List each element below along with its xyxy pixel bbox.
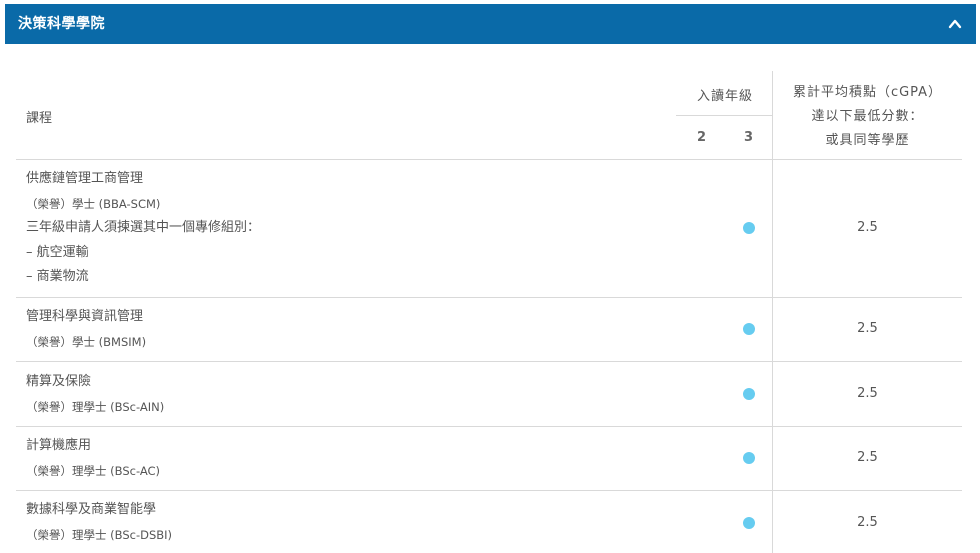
row-divider — [16, 361, 962, 362]
min-gpa-value: 2.5 — [857, 515, 878, 530]
gpa-header-line1: 累計平均積點（cGPA） — [792, 85, 943, 100]
section-title: 決策科學學院 — [18, 16, 105, 32]
program-degree: （榮譽）學士 (BMSIM) — [26, 334, 147, 349]
min-gpa-value: 2.5 — [857, 321, 878, 336]
header-divider — [16, 159, 962, 160]
min-gpa-value: 2.5 — [857, 450, 878, 465]
table-row: 精算及保險 （榮譽）理學士 (BSc-AIN) — [26, 370, 164, 419]
min-gpa-value: 2.5 — [857, 220, 878, 235]
column-header-year: 入讀年級 — [697, 89, 754, 104]
gpa-header-line2: 達以下最低分數： — [811, 109, 924, 124]
table-row: 數據科學及商業智能學 （榮譽）理學士 (BSc-DSBI) — [26, 498, 172, 547]
table-row: 計算機應用 （榮譽）理學士 (BSc-AC) — [26, 434, 160, 483]
program-option: – 商業物流 — [26, 269, 89, 284]
program-name: 供應鏈管理工商管理 — [26, 171, 144, 186]
table-row: 管理科學與資訊管理 （榮譽）學士 (BMSIM) — [26, 305, 146, 354]
program-degree: （榮譽）學士 (BBA-SCM) — [26, 196, 161, 211]
section-header[interactable]: 決策科學學院 — [5, 4, 976, 44]
program-name: 計算機應用 — [26, 438, 92, 453]
year3-indicator-dot — [743, 388, 755, 400]
min-gpa-value: 2.5 — [857, 386, 878, 401]
program-note: 三年級申請人須揀選其中一個專修組別： — [26, 220, 261, 235]
program-name: 數據科學及商業智能學 — [26, 502, 157, 517]
year3-indicator-dot — [743, 517, 755, 529]
year3-indicator-dot — [743, 222, 755, 234]
year3-indicator-dot — [743, 452, 755, 464]
year3-indicator-dot — [743, 323, 755, 335]
row-divider — [16, 490, 962, 491]
column-header-year-3: 3 — [744, 130, 754, 145]
year-subheader-divider — [676, 115, 772, 116]
program-degree: （榮譽）理學士 (BSc-DSBI) — [26, 527, 173, 542]
gpa-header-line3: 或具同等學歷 — [825, 133, 910, 148]
chevron-up-icon[interactable] — [948, 17, 962, 31]
program-name: 精算及保險 — [26, 374, 92, 389]
row-divider — [16, 297, 962, 298]
table-row: 供應鏈管理工商管理 （榮譽）學士 (BBA-SCM) 三年級申請人須揀選其中一個… — [26, 167, 260, 290]
program-name: 管理科學與資訊管理 — [26, 309, 144, 324]
column-header-gpa: 累計平均積點（cGPA） 達以下最低分數： 或具同等學歷 — [773, 81, 962, 153]
column-header-course: 課程 — [26, 111, 53, 126]
column-header-year-2: 2 — [697, 130, 707, 145]
program-degree: （榮譽）理學士 (BSc-AIN) — [26, 399, 165, 414]
program-degree: （榮譽）理學士 (BSc-AC) — [26, 463, 161, 478]
row-divider — [16, 426, 962, 427]
program-option: – 航空運輸 — [26, 244, 89, 260]
